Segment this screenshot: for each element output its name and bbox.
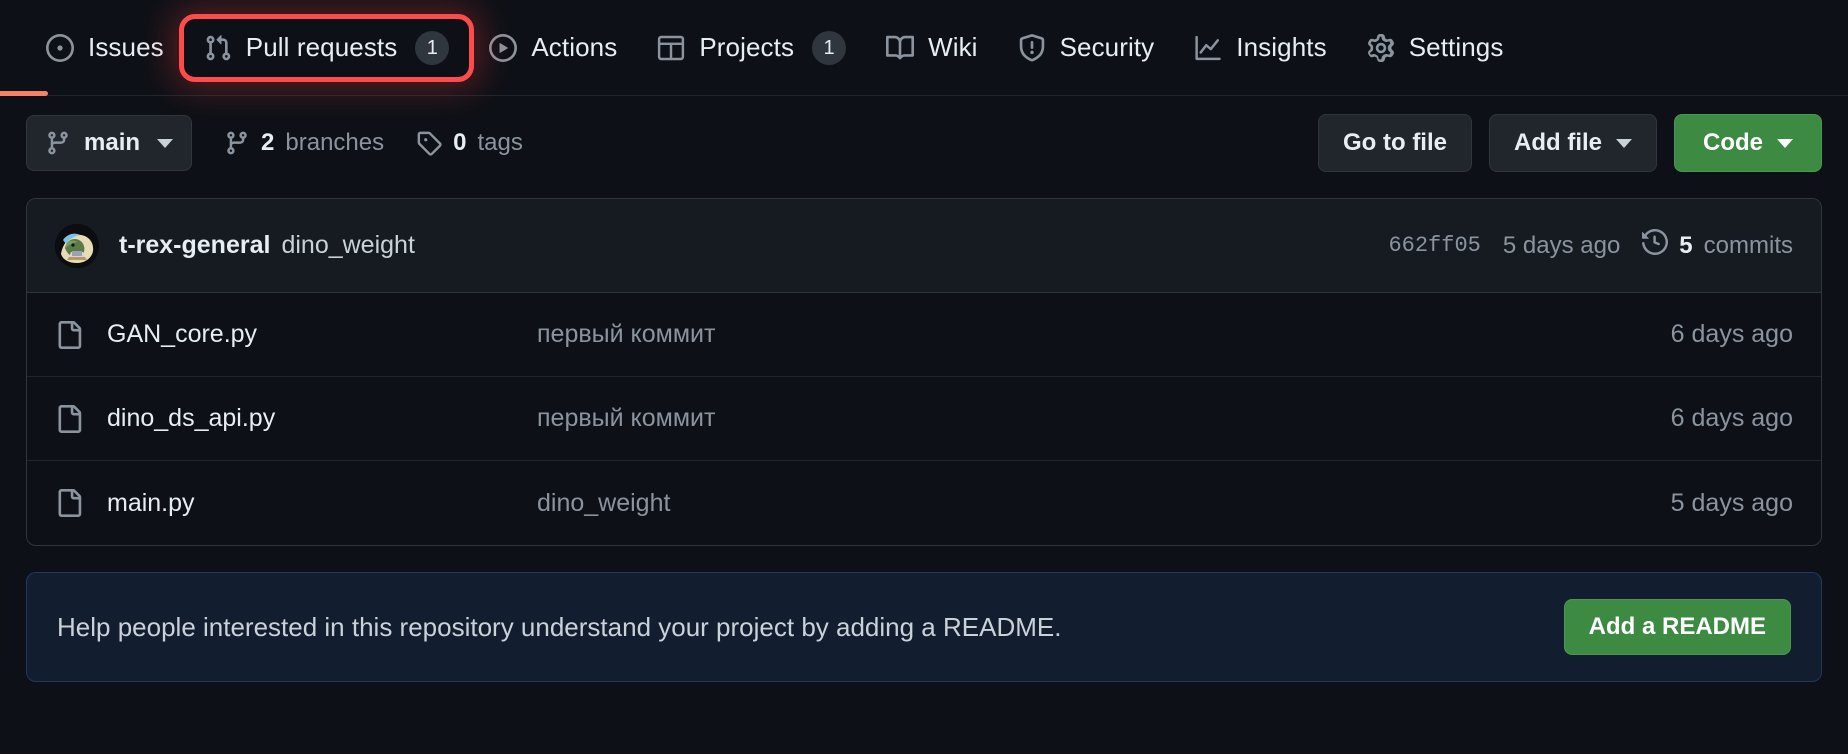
nav-item-security[interactable]: Security [998, 20, 1175, 75]
file-commit-message[interactable]: первый коммит [537, 404, 1671, 433]
shield-icon [1018, 33, 1046, 62]
nav-item-projects[interactable]: Projects 1 [637, 19, 866, 77]
gear-icon [1367, 33, 1395, 62]
commit-author[interactable]: t-rex-general [119, 231, 270, 260]
nav-item-label: Insights [1236, 32, 1327, 62]
file-icon [55, 404, 83, 433]
nav-item-actions[interactable]: Actions [469, 20, 637, 75]
nav-item-settings[interactable]: Settings [1347, 20, 1524, 75]
book-icon [886, 34, 915, 62]
nav-item-insights[interactable]: Insights [1174, 20, 1346, 75]
file-date: 6 days ago [1670, 404, 1793, 432]
graph-icon [1194, 34, 1222, 62]
branch-name: main [84, 129, 141, 156]
commits-count-link[interactable]: 5 commits [1642, 228, 1793, 262]
file-date: 5 days ago [1670, 488, 1793, 517]
readme-prompt-text: Help people interested in this repositor… [57, 611, 1062, 642]
file-commit-message[interactable]: dino_weight [537, 489, 1671, 518]
file-row[interactable]: dino_ds_api.py первый коммит 6 days ago [27, 377, 1821, 461]
repo-nav: Issues Pull requests 1 Actions Projects … [0, 0, 1848, 96]
repo-toolbar: main 2 branches 0 tags Go to file Add fi… [0, 96, 1848, 190]
add-readme-label: Add a README [1588, 613, 1766, 640]
nav-item-counter: 1 [812, 30, 847, 65]
nav-item-label: Projects [699, 32, 795, 62]
git-pull-request-icon [204, 34, 232, 62]
avatar [55, 223, 99, 268]
branch-selector[interactable]: main [26, 115, 193, 171]
latest-commit-row: t-rex-general dino_weight 662ff05 5 days… [27, 199, 1821, 293]
issue-opened-icon [46, 33, 74, 62]
nav-item-label: Wiki [928, 32, 978, 62]
file-name[interactable]: dino_ds_api.py [107, 404, 537, 433]
file-list-container: t-rex-general dino_weight 662ff05 5 days… [26, 198, 1822, 546]
code-button[interactable]: Code [1674, 114, 1822, 172]
file-date: 6 days ago [1670, 320, 1793, 348]
file-icon [55, 489, 83, 517]
nav-item-counter: 1 [415, 30, 450, 65]
git-branch-icon [224, 130, 250, 156]
branches-label: branches [285, 129, 385, 156]
nav-item-label: Security [1059, 32, 1155, 62]
readme-banner: Help people interested in this repositor… [26, 572, 1822, 682]
go-to-file-button[interactable]: Go to file [1318, 114, 1472, 172]
file-commit-message[interactable]: первый коммит [537, 320, 1671, 349]
commit-date: 5 days ago [1502, 231, 1621, 259]
go-to-file-label: Go to file [1343, 129, 1447, 156]
git-branch-icon [45, 130, 71, 156]
nav-item-label: Actions [531, 32, 618, 62]
history-icon [1642, 228, 1669, 262]
file-name[interactable]: GAN_core.py [107, 320, 537, 349]
tags-link[interactable]: 0 tags [416, 129, 523, 157]
commit-message[interactable]: dino_weight [281, 231, 414, 260]
commits-count: 5 [1679, 231, 1693, 259]
active-tab-indicator [0, 91, 48, 96]
nav-item-label: Settings [1408, 32, 1504, 62]
chevron-down-icon [1616, 138, 1632, 148]
commit-meta: 662ff05 5 days ago 5 commits [1388, 228, 1793, 262]
add-file-label: Add file [1514, 129, 1602, 156]
file-row[interactable]: GAN_core.py первый коммит 6 days ago [27, 293, 1821, 377]
branches-link[interactable]: 2 branches [224, 129, 384, 157]
file-name[interactable]: main.py [107, 489, 537, 518]
add-file-button[interactable]: Add file [1489, 114, 1657, 172]
add-readme-button[interactable]: Add a README [1563, 599, 1791, 655]
chevron-down-icon [1777, 138, 1793, 148]
play-icon [489, 33, 518, 62]
commit-sha[interactable]: 662ff05 [1388, 233, 1480, 258]
file-icon [55, 320, 83, 349]
file-row[interactable]: main.py dino_weight 5 days ago [27, 461, 1821, 545]
nav-item-label: Issues [88, 32, 164, 62]
nav-item-issues[interactable]: Issues [26, 20, 184, 75]
nav-item-pull-requests[interactable]: Pull requests 1 [178, 13, 475, 82]
code-label: Code [1703, 129, 1763, 156]
tag-icon [416, 130, 442, 156]
chevron-down-icon [157, 138, 174, 148]
tags-count: 0 [453, 129, 467, 156]
branches-count: 2 [261, 129, 275, 156]
table-icon [657, 34, 685, 62]
nav-item-label: Pull requests [245, 32, 398, 62]
tags-label: tags [477, 129, 523, 156]
commits-label: commits [1703, 231, 1793, 259]
nav-item-wiki[interactable]: Wiki [866, 20, 998, 75]
